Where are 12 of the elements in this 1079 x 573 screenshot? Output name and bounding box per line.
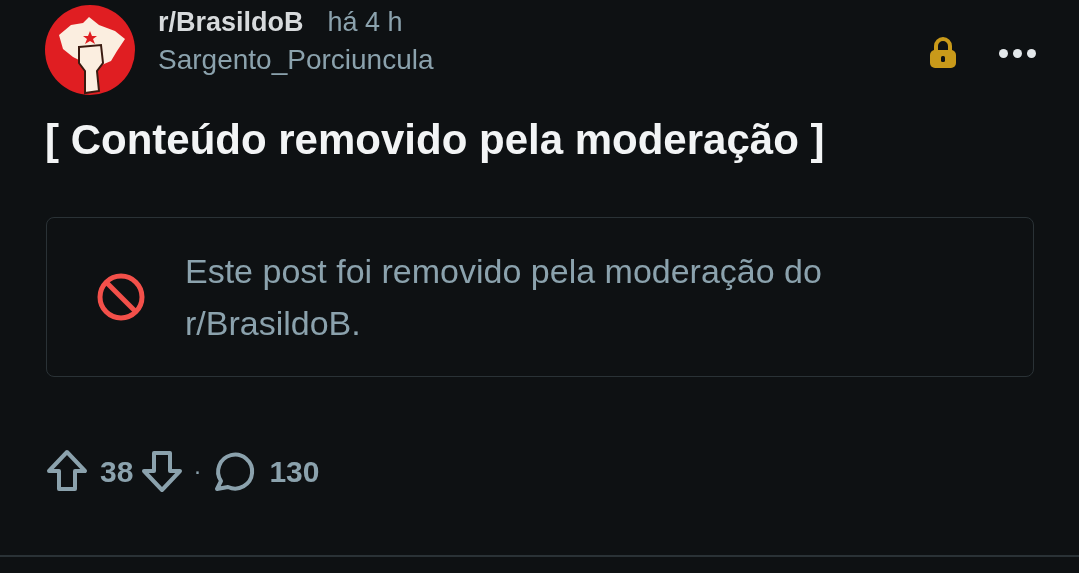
post-title: [ Conteúdo removido pela moderação ] (45, 115, 826, 165)
removal-message: Este post foi removido pela moderação do r/BrasildoB. (185, 250, 823, 344)
post-time: há 4 h (327, 9, 403, 36)
downvote-icon[interactable] (141, 449, 184, 493)
separator-dot: · (193, 456, 202, 486)
vote-count: 38 (100, 453, 134, 490)
upvote-icon[interactable] (46, 449, 88, 493)
subreddit-link[interactable]: r/BrasildoB (158, 9, 304, 36)
comment-count: 130 (269, 453, 320, 490)
author-name[interactable]: Sargento_Porciuncula (158, 46, 434, 74)
avatar-icon[interactable] (45, 5, 135, 95)
more-options-icon[interactable] (999, 48, 1036, 58)
